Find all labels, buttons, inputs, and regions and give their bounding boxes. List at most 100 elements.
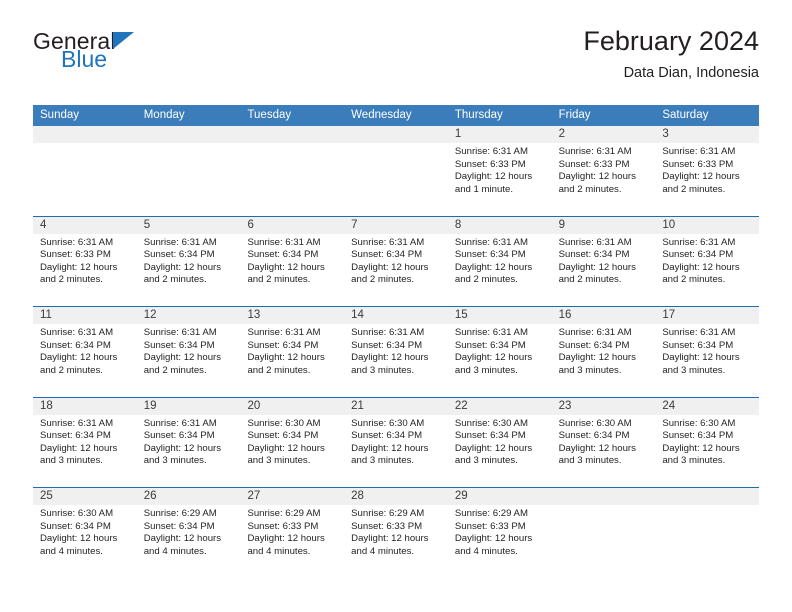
sunrise-text: Sunrise: 6:31 AM — [247, 327, 321, 338]
calendar-day-cell[interactable]: 23 Sunrise: 6:30 AM Sunset: 6:34 PM Dayligh… — [551, 397, 656, 487]
title-block: February 2024 Data Dian, Indonesia — [583, 26, 759, 82]
daylight-text: Daylight: 12 hours and 3 minutes. — [558, 442, 636, 467]
day-details: Sunrise: 6:31 AM Sunset: 6:34 PM Daylight:… — [137, 324, 241, 377]
sunrise-text: Sunrise: 6:31 AM — [143, 417, 217, 429]
sunset-text: Sunset: 6:34 PM — [247, 249, 319, 261]
day-number: 25 — [33, 488, 137, 505]
sunrise-text: Sunrise: 6:31 AM — [143, 236, 217, 248]
daylight-text: Daylight: 12 hours and 3 minutes. — [454, 442, 533, 467]
day-number: 14 — [344, 307, 448, 324]
calendar-day-cell[interactable]: 17 Sunrise: 6:31 AM Sunset: 6:34 PM Dayligh… — [655, 307, 760, 397]
day-details: Sunrise: 6:31 AM Sunset: 6:33 PM Daylight:… — [448, 143, 552, 196]
calendar-day-cell[interactable]: 14 Sunrise: 6:31 AM Sunset: 6:34 PM Dayligh… — [344, 307, 448, 397]
calendar-day-cell[interactable]: 11 Sunrise: 6:31 AM Sunset: 6:34 PM Dayligh… — [33, 307, 137, 397]
sunset-text: Sunset: 6:34 PM — [662, 430, 734, 442]
sunrise-text: Sunrise: 6:31 AM — [247, 236, 321, 248]
day-details: Sunrise: 6:31 AM Sunset: 6:34 PM Daylight:… — [552, 324, 656, 377]
daylight-text: Daylight: 12 hours and 2 minutes. — [247, 261, 325, 286]
calendar-day-cell[interactable]: 29 Sunrise: 6:29 AM Sunset: 6:33 PM Dayligh… — [447, 488, 552, 578]
logo-triangle-icon — [113, 32, 134, 49]
calendar-week-row: 1 Sunrise: 6:31 AM Sunset: 6:33 PM Daylight… — [33, 126, 760, 216]
day-details: Sunrise: 6:30 AM Sunset: 6:34 PM Daylight:… — [448, 415, 552, 468]
calendar-day-cell[interactable]: 24 Sunrise: 6:30 AM Sunset: 6:34 PM Dayligh… — [655, 397, 760, 487]
sunrise-text: Sunrise: 6:31 AM — [40, 327, 114, 338]
calendar-day-cell[interactable]: 16 Sunrise: 6:31 AM Sunset: 6:34 PM Dayligh… — [551, 307, 656, 397]
daylight-text: Daylight: 12 hours and 4 minutes. — [40, 533, 118, 557]
day-details: Sunrise: 6:30 AM Sunset: 6:34 PM Daylight:… — [344, 415, 448, 468]
day-details: Sunrise: 6:31 AM Sunset: 6:34 PM Daylight:… — [240, 234, 344, 287]
sunrise-text: Sunrise: 6:29 AM — [351, 508, 425, 519]
calendar-day-cell[interactable]: 3 Sunrise: 6:31 AM Sunset: 6:33 PM Daylight… — [655, 126, 760, 216]
day-details: Sunrise: 6:31 AM Sunset: 6:34 PM Daylight:… — [655, 234, 759, 287]
calendar-day-cell[interactable]: 12 Sunrise: 6:31 AM Sunset: 6:34 PM Dayligh… — [136, 307, 241, 397]
day-number: 13 — [240, 307, 345, 324]
sunset-text: Sunset: 6:34 PM — [247, 339, 319, 351]
general-blue-logo[interactable]: General Blue — [33, 30, 134, 71]
calendar-day-cell[interactable]: 10 Sunrise: 6:31 AM Sunset: 6:34 PM Dayligh… — [655, 216, 760, 306]
day-number: 29 — [447, 488, 552, 505]
sunrise-text: Sunrise: 6:31 AM — [454, 327, 528, 338]
calendar-day-cell[interactable]: 2 Sunrise: 6:31 AM Sunset: 6:33 PM Daylight… — [551, 126, 656, 216]
sunset-text: Sunset: 6:34 PM — [351, 249, 423, 261]
day-number: 6 — [240, 216, 345, 234]
sunset-text: Sunset: 6:34 PM — [143, 339, 215, 351]
sunset-text: Sunset: 6:34 PM — [558, 339, 630, 351]
calendar-week-row: 25 Sunrise: 6:30 AM Sunset: 6:34 PM Dayligh… — [33, 487, 760, 578]
day-number: 18 — [33, 397, 137, 415]
calendar-day-cell[interactable]: 19 Sunrise: 6:31 AM Sunset: 6:34 PM Dayligh… — [136, 397, 241, 487]
calendar-day-cell[interactable]: 25 Sunrise: 6:30 AM Sunset: 6:34 PM Dayligh… — [33, 488, 137, 578]
daylight-text: Daylight: 12 hours and 2 minutes. — [558, 261, 636, 286]
calendar-weeks: 1 Sunrise: 6:31 AM Sunset: 6:33 PM Daylight… — [33, 126, 760, 578]
calendar-day-cell[interactable]: 26 Sunrise: 6:29 AM Sunset: 6:34 PM Dayligh… — [136, 488, 241, 578]
day-details: Sunrise: 6:30 AM Sunset: 6:34 PM Daylight:… — [240, 415, 344, 468]
daylight-text: Daylight: 12 hours and 2 minutes. — [40, 261, 118, 286]
day-number: 4 — [33, 216, 137, 234]
calendar-day-cell[interactable]: 9 Sunrise: 6:31 AM Sunset: 6:34 PM Daylight… — [551, 216, 656, 306]
calendar-day-cell[interactable]: 4 Sunrise: 6:31 AM Sunset: 6:33 PM Daylight… — [33, 216, 137, 306]
calendar-day-cell[interactable]: 28 Sunrise: 6:29 AM Sunset: 6:33 PM Dayligh… — [344, 488, 448, 578]
calendar-day-cell[interactable]: 15 Sunrise: 6:31 AM Sunset: 6:34 PM Dayligh… — [447, 307, 552, 397]
calendar-day-cell[interactable]: 5 Sunrise: 6:31 AM Sunset: 6:34 PM Daylight… — [136, 216, 241, 306]
sunset-text: Sunset: 6:34 PM — [40, 430, 111, 442]
calendar-day-cell[interactable]: 1 Sunrise: 6:31 AM Sunset: 6:33 PM Daylight… — [447, 126, 552, 216]
calendar-day-cell[interactable]: 18 Sunrise: 6:31 AM Sunset: 6:34 PM Dayligh… — [33, 397, 137, 487]
sunrise-text: Sunrise: 6:31 AM — [454, 236, 528, 248]
sunset-text: Sunset: 6:34 PM — [40, 520, 111, 532]
calendar-day-cell[interactable]: 22 Sunrise: 6:30 AM Sunset: 6:34 PM Dayligh… — [447, 397, 552, 487]
calendar-day-cell[interactable]: 7 Sunrise: 6:31 AM Sunset: 6:34 PM Daylight… — [344, 216, 448, 306]
day-number: 20 — [240, 397, 345, 415]
day-details: Sunrise: 6:31 AM Sunset: 6:33 PM Daylight:… — [33, 234, 137, 287]
sunrise-text: Sunrise: 6:31 AM — [143, 327, 217, 338]
calendar-day-cell[interactable]: 8 Sunrise: 6:31 AM Sunset: 6:34 PM Daylight… — [447, 216, 552, 306]
calendar-day-cell[interactable]: 27 Sunrise: 6:29 AM Sunset: 6:33 PM Dayligh… — [240, 488, 345, 578]
calendar-day-cell[interactable]: 20 Sunrise: 6:30 AM Sunset: 6:34 PM Dayligh… — [240, 397, 345, 487]
daylight-text: Daylight: 12 hours and 3 minutes. — [662, 442, 740, 467]
daylight-text: Daylight: 12 hours and 2 minutes. — [662, 261, 740, 286]
day-number: 23 — [551, 397, 656, 415]
daylight-text: Daylight: 12 hours and 2 minutes. — [351, 261, 429, 286]
daylight-text: Daylight: 12 hours and 3 minutes. — [40, 442, 118, 467]
daylight-text: Daylight: 12 hours and 3 minutes. — [454, 352, 533, 376]
calendar-day-cell[interactable]: 13 Sunrise: 6:31 AM Sunset: 6:34 PM Dayligh… — [240, 307, 345, 397]
sunset-text: Sunset: 6:34 PM — [454, 249, 526, 261]
sunset-text: Sunset: 6:34 PM — [143, 249, 215, 261]
day-details: Sunrise: 6:29 AM Sunset: 6:33 PM Daylight:… — [240, 505, 344, 558]
day-number — [551, 488, 656, 505]
sunrise-text: Sunrise: 6:31 AM — [558, 236, 632, 248]
page-title: February 2024 — [583, 26, 759, 56]
weekday-header-sunday: Sunday — [40, 109, 80, 121]
calendar-day-cell[interactable]: 6 Sunrise: 6:31 AM Sunset: 6:34 PM Daylight… — [240, 216, 345, 306]
weekday-header-tuesday: Tuesday — [247, 109, 292, 121]
day-number — [136, 126, 241, 143]
sunset-text: Sunset: 6:33 PM — [40, 249, 111, 261]
sunset-text: Sunset: 6:33 PM — [351, 520, 423, 532]
day-details: Sunrise: 6:31 AM Sunset: 6:33 PM Daylight:… — [552, 143, 656, 196]
daylight-text: Daylight: 12 hours and 3 minutes. — [143, 442, 222, 467]
sunrise-text: Sunrise: 6:30 AM — [662, 417, 736, 429]
calendar-day-cell[interactable]: 21 Sunrise: 6:30 AM Sunset: 6:34 PM Dayligh… — [344, 397, 448, 487]
sunrise-text: Sunrise: 6:30 AM — [454, 417, 528, 429]
sunrise-text: Sunrise: 6:31 AM — [40, 417, 114, 429]
calendar-week-row: 18 Sunrise: 6:31 AM Sunset: 6:34 PM Dayligh… — [33, 396, 760, 487]
sunset-text: Sunset: 6:34 PM — [454, 339, 526, 351]
sunrise-text: Sunrise: 6:31 AM — [662, 236, 736, 248]
